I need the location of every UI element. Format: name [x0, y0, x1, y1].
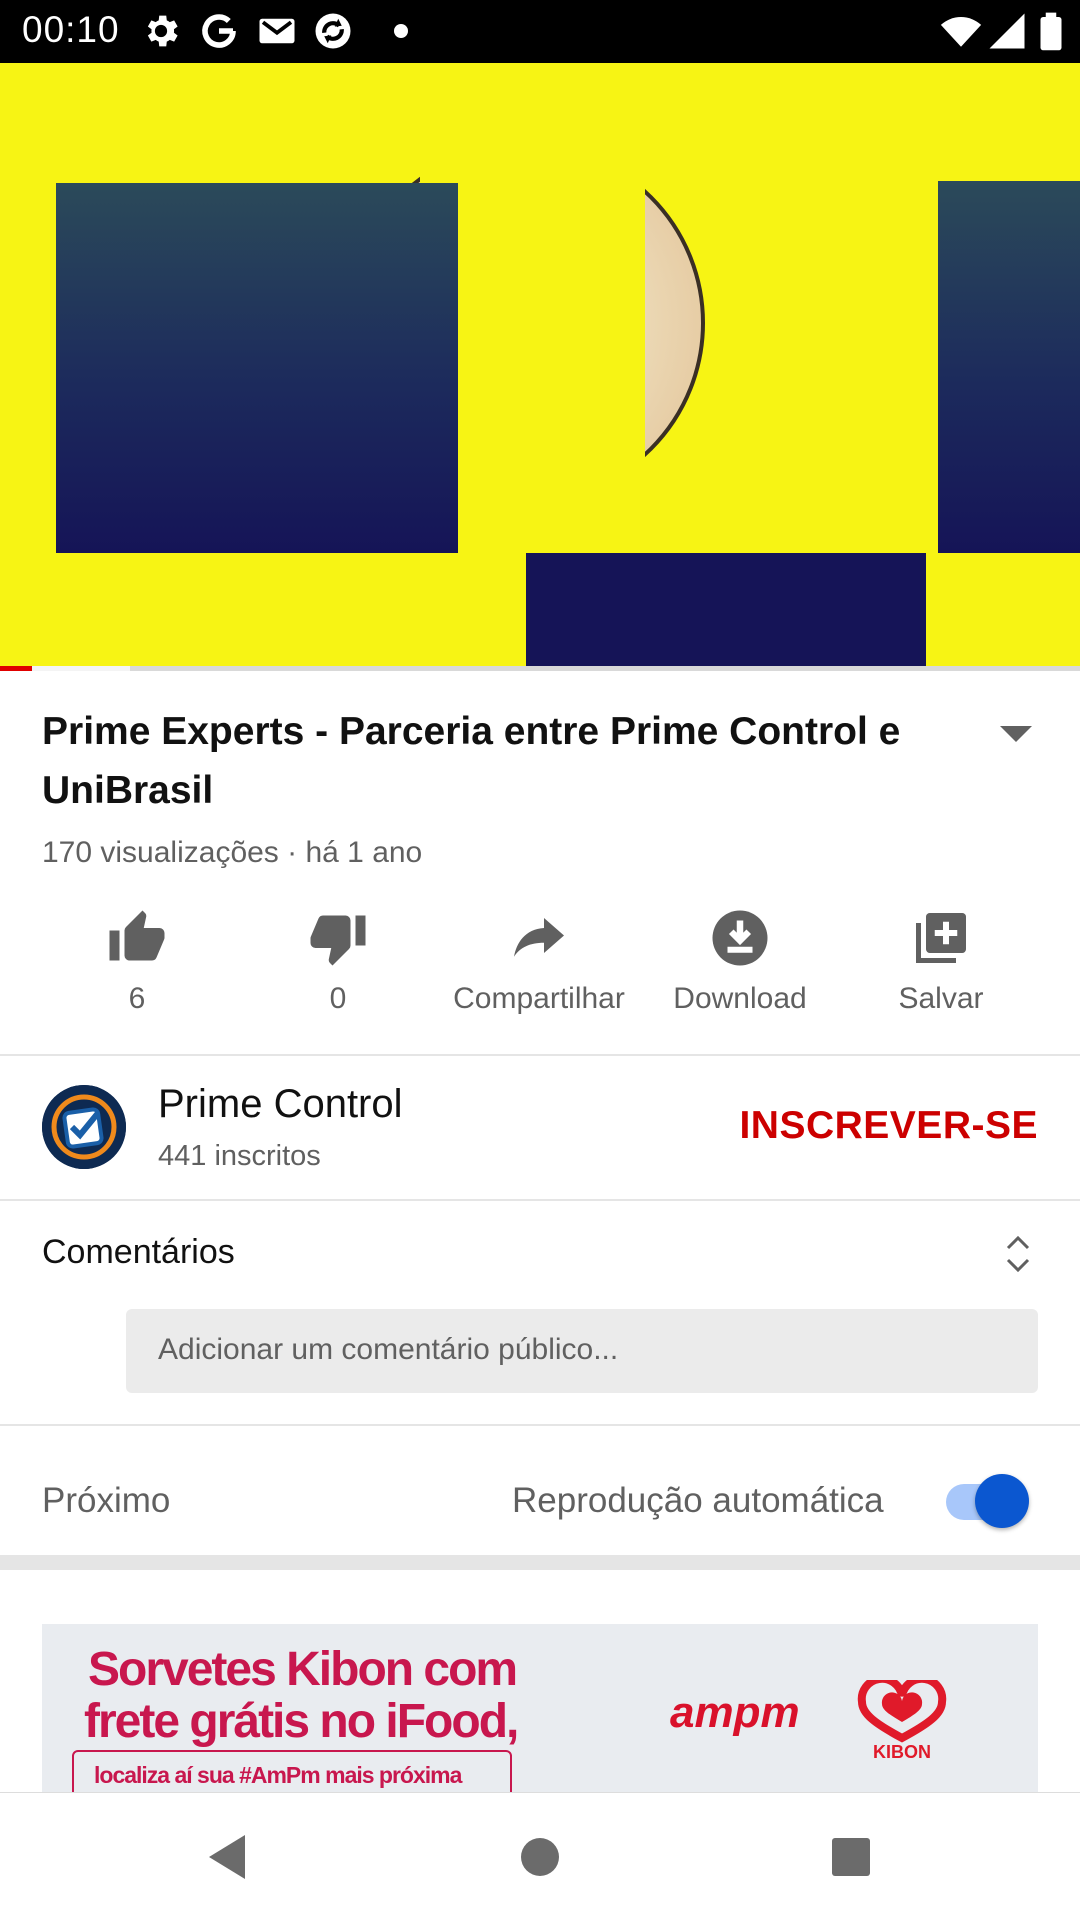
dot-icon [394, 24, 408, 38]
prime-control-logo-icon [42, 1085, 126, 1169]
subscriber-count: 441 inscritos [158, 1140, 321, 1172]
add-to-playlist-icon [916, 913, 966, 963]
wifi-icon [940, 17, 982, 47]
share-label: Compartilhar [453, 982, 625, 1015]
comments-title[interactable]: Comentários [42, 1233, 235, 1272]
action-bar: 6 0 Compartilhar Download Salvar [0, 900, 1080, 1030]
autoplay-label: Reprodução automática [512, 1481, 884, 1520]
dislike-count: 0 [329, 982, 347, 1015]
gear-icon [147, 15, 178, 47]
save-label: Salvar [898, 982, 984, 1015]
kibon-logo-icon: KIBON [857, 1680, 947, 1760]
divider [0, 1424, 1080, 1426]
recents-button[interactable] [806, 1793, 896, 1920]
back-button[interactable] [182, 1793, 272, 1920]
share-button[interactable]: Compartilhar [439, 900, 639, 1030]
video-frame [56, 123, 1080, 670]
progress-track[interactable] [0, 666, 1080, 671]
like-count: 6 [128, 982, 146, 1015]
download-button[interactable]: Download [640, 900, 840, 1030]
ad-headline-1: Sorvetes Kibon com [88, 1643, 518, 1696]
comment-placeholder: Adicionar um comentário público... [158, 1333, 619, 1366]
save-button[interactable]: Salvar [841, 900, 1041, 1030]
like-button[interactable]: 6 [37, 900, 237, 1030]
progress-played[interactable] [0, 666, 32, 671]
status-bar: 00:10 [0, 0, 1080, 63]
gmail-icon [259, 18, 295, 44]
thumbs-down-icon [310, 915, 366, 966]
google-icon [202, 14, 236, 48]
expand-collapse-icon[interactable] [1001, 1232, 1035, 1276]
video-player[interactable] [0, 63, 1080, 670]
divider [0, 1054, 1080, 1056]
up-next-label: Próximo [42, 1481, 171, 1520]
video-title[interactable]: Prime Experts - Parceria entre Prime Con… [42, 702, 942, 820]
home-circle-icon [521, 1838, 559, 1876]
system-nav-bar [0, 1792, 1080, 1920]
autoplay-toggle-thumb[interactable] [975, 1474, 1029, 1528]
sync-icon [315, 13, 351, 49]
ad-tagline: localiza aí sua #AmPm mais próxima [94, 1762, 462, 1788]
channel-name[interactable]: Prime Control [158, 1082, 403, 1127]
ad-banner[interactable]: Sorvetes Kibon com frete grátis no iFood… [42, 1624, 1038, 1794]
download-icon [712, 910, 768, 966]
download-label: Download [673, 982, 807, 1015]
ampm-logo: ampm [670, 1688, 800, 1737]
dislike-button[interactable]: 0 [238, 900, 438, 1030]
ad-headline-2: frete grátis no iFood, [84, 1695, 519, 1748]
comment-input[interactable]: Adicionar um comentário público... [126, 1309, 1038, 1393]
battery-icon [1040, 12, 1062, 51]
thumbs-up-icon [109, 910, 165, 961]
section-separator [0, 1555, 1080, 1570]
back-triangle-icon [209, 1835, 245, 1879]
home-button[interactable] [495, 1793, 585, 1920]
video-meta: 170 visualizações · há 1 ano [42, 836, 423, 869]
subscribe-button[interactable]: INSCREVER-SE [739, 1104, 1038, 1148]
ad-tagline-box: localiza aí sua #AmPm mais próxima [72, 1750, 512, 1794]
share-arrow-icon [514, 918, 564, 957]
recents-square-icon [832, 1838, 870, 1876]
signal-icon [989, 13, 1025, 49]
expand-description-icon[interactable] [998, 722, 1034, 746]
channel-avatar[interactable] [42, 1085, 126, 1169]
kibon-logo-text: KIBON [873, 1742, 931, 1760]
divider [0, 1199, 1080, 1201]
status-time: 00:10 [22, 9, 120, 50]
